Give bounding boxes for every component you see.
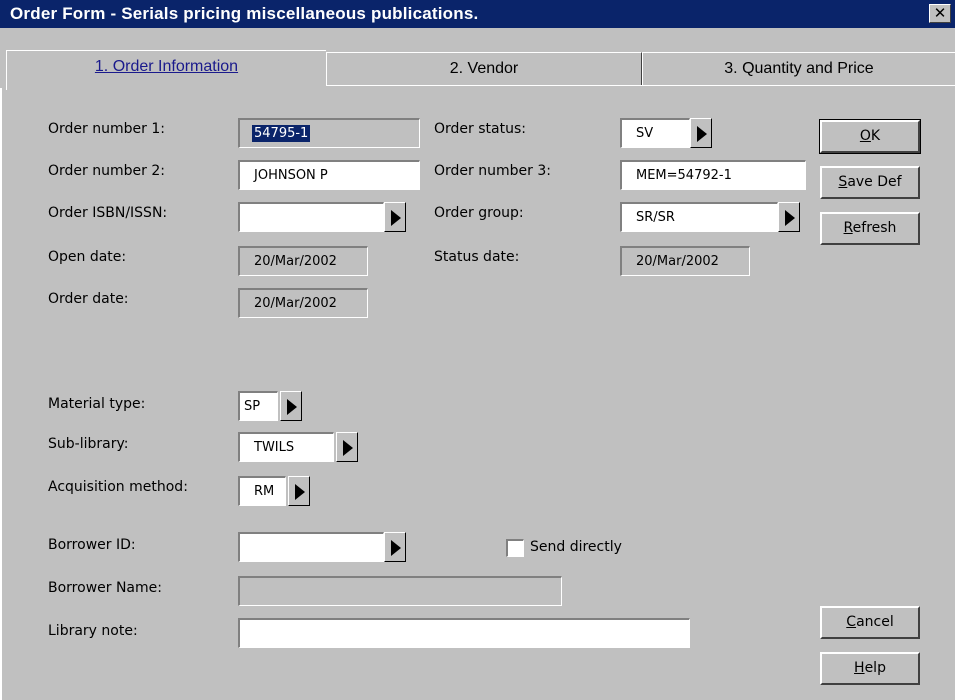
tab-bar: 1. Order Information 2. Vendor 3. Quanti…	[0, 28, 955, 90]
order-date-field: 20/Mar/2002	[238, 288, 368, 318]
order-number-3-field[interactable]: MEM=54792-1	[620, 160, 806, 190]
acquisition-method-field[interactable]: RM	[238, 476, 286, 506]
material-type-label: Material type:	[48, 396, 146, 412]
borrower-id-label: Borrower ID:	[48, 537, 136, 553]
order-number-2-label: Order number 2:	[48, 163, 165, 179]
sub-library-arrow-icon[interactable]	[336, 432, 358, 462]
sub-library-field[interactable]: TWILS	[238, 432, 334, 462]
panel-edge	[0, 88, 2, 700]
cancel-label: ancel	[856, 614, 894, 630]
library-note-label: Library note:	[48, 623, 138, 639]
ok-mnemonic: O	[859, 128, 871, 144]
send-directly-label: Send directly	[530, 539, 622, 555]
order-isbn-arrow-icon[interactable]	[384, 202, 406, 232]
library-note-field[interactable]	[238, 618, 690, 648]
order-status-field[interactable]: SV	[620, 118, 690, 148]
tab-order-information[interactable]: 1. Order Information	[6, 50, 326, 90]
order-number-1-value: 54795-1	[252, 125, 311, 142]
borrower-name-field	[238, 576, 562, 606]
order-group-field[interactable]: SR/SR	[620, 202, 778, 232]
order-status-arrow-icon[interactable]	[690, 118, 712, 148]
title-bar: Order Form - Serials pricing miscellaneo…	[0, 0, 955, 28]
cancel-mnemonic: C	[846, 614, 857, 630]
order-number-1-field[interactable]: 54795-1	[238, 118, 420, 148]
order-isbn-label: Order ISBN/ISSN:	[48, 205, 168, 221]
help-label: elp	[864, 660, 886, 676]
borrower-id-arrow-icon[interactable]	[384, 532, 406, 562]
order-status-label: Order status:	[434, 121, 526, 137]
material-type-field[interactable]: SP	[238, 391, 278, 421]
material-type-arrow-icon[interactable]	[280, 391, 302, 421]
save-def-mnemonic: S	[838, 174, 848, 190]
tab-label: 2. Vendor	[449, 60, 519, 77]
tab-vendor[interactable]: 2. Vendor	[326, 52, 642, 86]
save-def-label: ave Def	[847, 174, 902, 190]
tab-label: 3. Quantity and Price	[724, 60, 874, 77]
acquisition-method-arrow-icon[interactable]	[288, 476, 310, 506]
help-mnemonic: H	[854, 660, 865, 676]
tab-divider	[326, 85, 955, 86]
sub-library-label: Sub-library:	[48, 436, 129, 452]
status-date-label: Status date:	[434, 249, 520, 265]
order-number-1-label: Order number 1:	[48, 121, 165, 137]
order-group-arrow-icon[interactable]	[778, 202, 800, 232]
order-isbn-field[interactable]	[238, 202, 384, 232]
ok-label: K	[870, 128, 881, 144]
refresh-label: efresh	[852, 220, 897, 236]
save-def-button[interactable]: Save Def	[820, 166, 920, 199]
cancel-button[interactable]: Cancel	[820, 606, 920, 639]
acquisition-method-label: Acquisition method:	[48, 479, 188, 495]
close-icon[interactable]: ✕	[929, 4, 951, 23]
borrower-id-field[interactable]	[238, 532, 384, 562]
tab-label: 1. Order Information	[94, 58, 239, 75]
borrower-name-label: Borrower Name:	[48, 580, 162, 596]
open-date-label: Open date:	[48, 249, 127, 265]
help-button[interactable]: Help	[820, 652, 920, 685]
status-date-field: 20/Mar/2002	[620, 246, 750, 276]
order-group-label: Order group:	[434, 205, 524, 221]
order-number-3-label: Order number 3:	[434, 163, 551, 179]
refresh-button[interactable]: Refresh	[820, 212, 920, 245]
send-directly-checkbox[interactable]	[506, 539, 524, 557]
refresh-mnemonic: R	[843, 220, 853, 236]
order-number-2-field[interactable]: JOHNSON P	[238, 160, 420, 190]
window-title: Order Form - Serials pricing miscellaneo…	[10, 4, 479, 23]
order-date-label: Order date:	[48, 291, 129, 307]
tab-quantity-and-price[interactable]: 3. Quantity and Price	[642, 52, 955, 86]
ok-button[interactable]: OK	[819, 119, 921, 154]
open-date-field: 20/Mar/2002	[238, 246, 368, 276]
